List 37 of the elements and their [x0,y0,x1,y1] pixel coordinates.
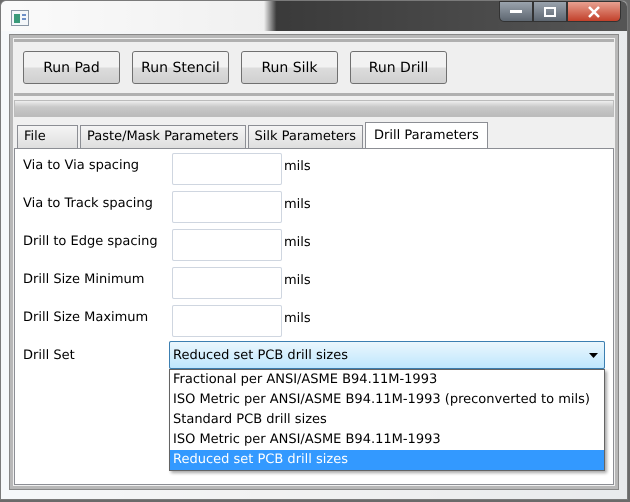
input-field[interactable] [172,153,282,185]
field-label: Via to Via spacing [23,157,140,173]
dropdown-option[interactable]: Standard PCB drill sizes [170,410,604,430]
minimize-icon [510,10,522,14]
toolbar-button[interactable]: Run Silk [241,51,338,84]
unit-label: mils [284,272,311,288]
app-icon [11,10,29,26]
field-label: Drill Size Minimum [23,271,146,287]
caret-icon [589,352,598,358]
input-field[interactable] [172,267,282,299]
unit-label: mils [284,310,311,326]
dropdown-option[interactable]: Fractional per ANSI/ASME B94.11M-1993 [170,370,604,390]
dropdown-option[interactable]: ISO Metric per ANSI/ASME B94.11M-1993 (preconverted to mils) [170,390,604,410]
tab[interactable]: File [17,125,78,148]
maximize-icon [544,6,556,16]
toolbar-button[interactable]: Run Drill [350,51,447,84]
tab[interactable]: Silk Parameters [248,125,364,148]
dropdown-option[interactable]: ISO Metric per ANSI/ASME B94.11M-1993 [170,430,604,450]
close-button[interactable] [567,1,621,22]
unit-label: mils [284,234,311,250]
toolbar-button[interactable]: Run Pad [23,51,120,84]
field-label: Drill to Edge spacing [23,233,159,249]
field-label: Drill Size Maximum [23,309,150,325]
input-field[interactable] [172,305,282,337]
tab[interactable]: Paste/Mask Parameters [80,125,246,148]
field-label: Drill Set [23,347,76,363]
tab[interactable]: Drill Parameters [365,122,488,148]
dropdown[interactable]: Reduced set PCB drill sizes [169,341,605,369]
unit-label: mils [284,196,311,212]
toolbar-button[interactable]: Run Stencil [132,51,229,84]
field-label: Via to Track spacing [23,195,154,211]
minimize-button[interactable] [499,1,533,22]
input-field[interactable] [172,191,282,223]
input-field[interactable] [172,229,282,261]
unit-label: mils [284,158,311,174]
close-icon [588,6,600,18]
maximize-button[interactable] [533,1,567,22]
